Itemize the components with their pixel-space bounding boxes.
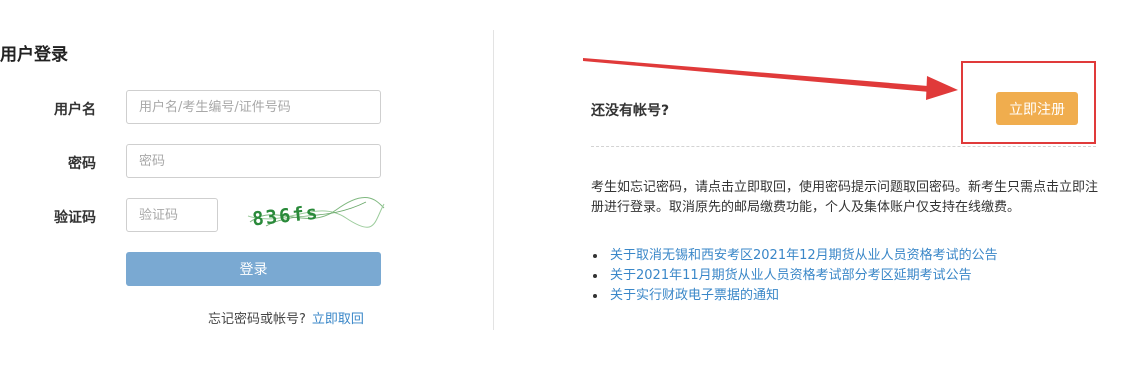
annotation-highlight-box (961, 61, 1096, 144)
captcha-label: 验证码 (54, 210, 96, 226)
notice-link[interactable]: 关于实行财政电子票据的通知 (610, 288, 779, 303)
no-account-text: 还没有帐号? (591, 103, 670, 119)
bullet-icon (593, 274, 597, 278)
recover-link[interactable]: 立即取回 (312, 312, 364, 327)
notice-item[interactable]: 关于实行财政电子票据的通知 (591, 286, 998, 306)
captcha-text: 836fs (251, 202, 320, 231)
notice-item[interactable]: 关于2021年11月期货从业人员资格考试部分考区延期考试公告 (591, 266, 998, 286)
bullet-icon (593, 254, 597, 258)
notice-link[interactable]: 关于取消无锡和西安考区2021年12月期货从业人员资格考试的公告 (610, 248, 998, 263)
forgot-text: 忘记密码或帐号? (208, 312, 306, 327)
notice-list: 关于取消无锡和西安考区2021年12月期货从业人员资格考试的公告 关于2021年… (591, 246, 998, 306)
notice-link[interactable]: 关于2021年11月期货从业人员资格考试部分考区延期考试公告 (610, 268, 972, 283)
password-label: 密码 (68, 156, 96, 172)
username-label: 用户名 (54, 102, 96, 118)
dashed-divider (591, 146, 1096, 147)
password-input[interactable] (126, 144, 381, 178)
bullet-icon (593, 294, 597, 298)
register-description: 考生如忘记密码，请点击立即取回，使用密码提示问题取回密码。新考生只需点击立即注册… (591, 180, 1099, 215)
login-title: 用户登录 (0, 45, 68, 65)
vertical-divider (493, 30, 494, 330)
login-button[interactable]: 登录 (126, 252, 381, 286)
username-input[interactable] (126, 90, 381, 124)
notice-item[interactable]: 关于取消无锡和西安考区2021年12月期货从业人员资格考试的公告 (591, 246, 998, 266)
captcha-image[interactable]: 836fs (246, 192, 386, 234)
forgot-row: 忘记密码或帐号? 立即取回 (208, 308, 364, 327)
captcha-input[interactable] (126, 198, 218, 232)
